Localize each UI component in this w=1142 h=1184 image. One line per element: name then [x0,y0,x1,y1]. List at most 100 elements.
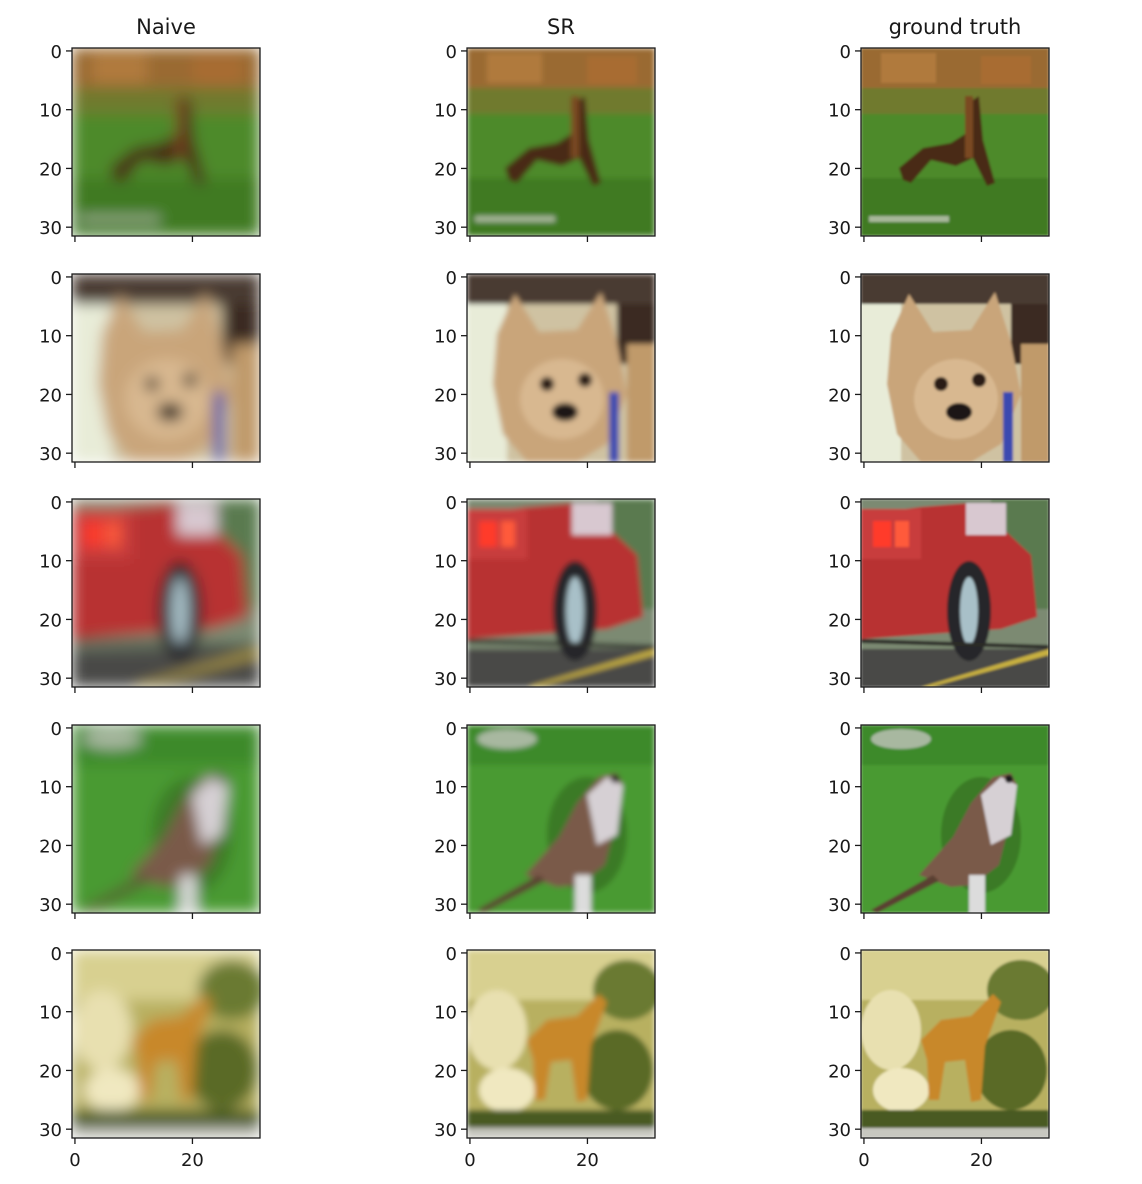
image-panel: 0 10 20 30 0 20 [39,944,261,1171]
thumbnail-image [467,274,655,462]
thumbnail-image [861,725,1049,913]
y-tick-label: 0 [446,42,457,63]
y-tick-label: 10 [828,101,851,122]
y-tick-label: 30 [434,669,457,690]
y-tick-label: 30 [39,669,62,690]
y-tick-label: 20 [828,610,851,631]
y-tick-label: 20 [39,1061,62,1082]
image-grid-figure: Naive SR ground truth 0 10 20 30 0 10 20 30 0 10 20 30… [39,15,1050,1171]
image-panel: 0 10 20 30 [434,268,656,468]
thumbnail-image [467,950,655,1138]
image-panel: 0 10 20 30 [434,719,656,919]
thumbnail-image [467,499,655,687]
y-tick-label: 10 [434,101,457,122]
y-tick-label: 0 [51,42,62,63]
y-tick-label: 30 [434,1120,457,1141]
y-tick-label: 0 [840,42,851,63]
image-panel: 0 10 20 30 [434,42,656,242]
y-tick-label: 10 [434,552,457,573]
y-tick-label: 0 [51,493,62,514]
y-tick-label: 0 [446,493,457,514]
y-tick-label: 30 [39,444,62,465]
image-panel: 0 10 20 30 [828,42,1050,242]
y-tick-label: 0 [446,268,457,289]
y-tick-label: 0 [840,268,851,289]
y-tick-label: 0 [446,944,457,965]
thumbnail-image [861,48,1049,236]
y-tick-label: 0 [840,719,851,740]
x-tick-label: 0 [858,1150,869,1171]
y-tick-label: 20 [39,836,62,857]
thumbnail-image [72,274,260,462]
x-tick-label: 20 [970,1150,993,1171]
y-tick-label: 20 [39,385,62,406]
image-panel: 0 10 20 30 [434,493,656,693]
y-tick-label: 20 [434,159,457,180]
y-tick-label: 20 [828,1061,851,1082]
y-tick-label: 0 [51,944,62,965]
image-panel: 0 10 20 30 0 20 [434,944,656,1171]
thumbnail-image [861,950,1049,1138]
thumbnail-image [72,48,260,236]
y-tick-label: 30 [828,669,851,690]
y-tick-label: 30 [828,444,851,465]
column-title: ground truth [889,15,1022,39]
y-tick-label: 10 [828,327,851,348]
image-panel: 0 10 20 30 [39,719,261,919]
image-panel: 0 10 20 30 [828,268,1050,468]
image-panel: 0 10 20 30 [39,42,261,242]
x-tick-label: 0 [464,1150,475,1171]
y-tick-label: 30 [39,1120,62,1141]
y-tick-label: 30 [434,895,457,916]
y-tick-label: 20 [434,1061,457,1082]
y-tick-label: 10 [39,101,62,122]
y-tick-label: 10 [434,327,457,348]
column-title: Naive [136,15,196,39]
y-tick-label: 10 [828,1003,851,1024]
thumbnail-image [861,274,1049,462]
y-tick-label: 30 [39,218,62,239]
x-tick-label: 20 [181,1150,204,1171]
y-tick-label: 30 [828,895,851,916]
y-tick-label: 20 [434,610,457,631]
y-tick-label: 0 [840,944,851,965]
y-tick-label: 10 [434,778,457,799]
image-panel: 0 10 20 30 0 20 [828,944,1050,1171]
y-tick-label: 30 [828,1120,851,1141]
y-tick-label: 0 [51,719,62,740]
thumbnail-image [467,48,655,236]
thumbnail-image [467,725,655,913]
image-panel: 0 10 20 30 [828,719,1050,919]
thumbnail-image [72,950,260,1138]
column-title: SR [547,15,575,39]
thumbnail-image [861,499,1049,687]
y-tick-label: 10 [828,552,851,573]
y-tick-label: 10 [434,1003,457,1024]
image-panel: 0 10 20 30 [39,268,261,468]
y-tick-label: 20 [828,159,851,180]
x-tick-label: 0 [69,1150,80,1171]
y-tick-label: 20 [828,836,851,857]
x-tick-label: 20 [576,1150,599,1171]
y-tick-label: 20 [39,610,62,631]
y-tick-label: 30 [434,218,457,239]
y-tick-label: 10 [828,778,851,799]
y-tick-label: 0 [51,268,62,289]
y-tick-label: 20 [434,385,457,406]
y-tick-label: 30 [828,218,851,239]
thumbnail-image [72,499,260,687]
y-tick-label: 0 [446,719,457,740]
image-panel: 0 10 20 30 [828,493,1050,693]
y-tick-label: 30 [434,444,457,465]
y-tick-label: 20 [39,159,62,180]
y-tick-label: 20 [434,836,457,857]
y-tick-label: 30 [39,895,62,916]
y-tick-label: 10 [39,552,62,573]
y-tick-label: 10 [39,778,62,799]
y-tick-label: 20 [828,385,851,406]
y-tick-label: 10 [39,1003,62,1024]
y-tick-label: 10 [39,327,62,348]
thumbnail-image [72,725,260,913]
y-tick-label: 0 [840,493,851,514]
image-panel: 0 10 20 30 [39,493,261,693]
